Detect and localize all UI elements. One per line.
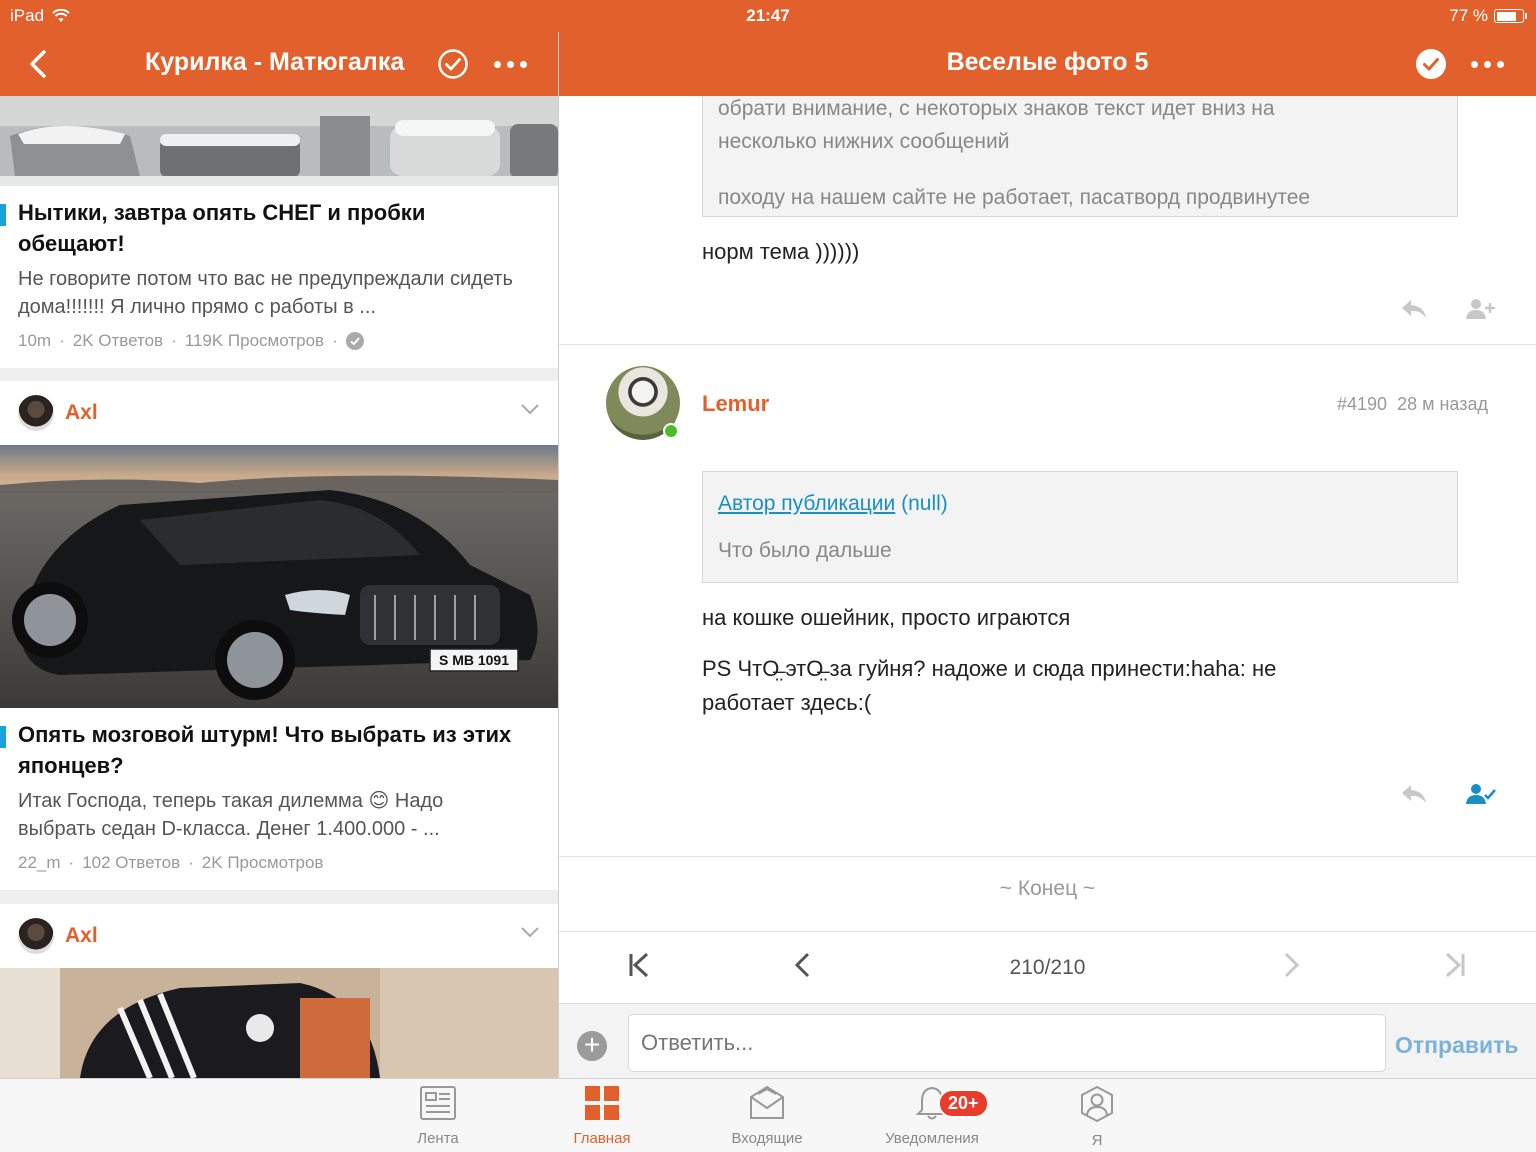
send-button[interactable]: Отправить xyxy=(1395,1032,1519,1059)
pagination-bar: 210/210 xyxy=(559,931,1536,1003)
avatar[interactable] xyxy=(18,395,54,431)
avatar[interactable] xyxy=(18,918,54,954)
inbox-icon xyxy=(750,1085,784,1119)
topic-views: 2K Просмотров xyxy=(201,853,324,872)
end-of-thread-label: ~ Конец ~ xyxy=(999,877,1096,900)
page-indicator[interactable]: 210/210 xyxy=(559,956,1536,980)
profile-icon xyxy=(1081,1085,1113,1123)
topic-views: 119K Просмотров xyxy=(184,331,325,350)
left-more-button[interactable] xyxy=(488,54,532,74)
tab-label: Входящие xyxy=(731,1130,803,1147)
author-name[interactable]: Axl xyxy=(65,924,98,948)
topic-title[interactable]: Опять мозговой штурм! Что выбрать из эти… xyxy=(18,719,538,781)
player-image xyxy=(0,968,558,1078)
post-image-car[interactable]: S MB 1091 xyxy=(0,445,558,708)
topic-time: 22_m xyxy=(18,853,61,872)
unread-indicator xyxy=(0,726,6,748)
tab-bar: Лента Главная Входящие 20+ Уведомления Я xyxy=(0,1078,1536,1152)
topic-meta: 22_m · 102 Ответов · 2K Просмотров xyxy=(18,853,324,872)
topic-feed[interactable]: Нытики, завтра опять СНЕГ и пробки обеща… xyxy=(0,96,558,1078)
back-button[interactable] xyxy=(22,48,54,80)
snow-cars-image xyxy=(0,96,558,186)
right-header: Веселые фото 5 xyxy=(559,32,1536,96)
tab-notifications[interactable]: 20+ Уведомления xyxy=(872,1085,992,1147)
thread-view[interactable]: обрати внимание, с некоторых знаков текс… xyxy=(559,96,1536,1078)
topic-excerpt: Итак Господа, теперь такая дилемма 😊 Над… xyxy=(18,790,444,840)
unread-indicator xyxy=(0,204,6,226)
quote-block: Автор публикации (null) Что было дальше xyxy=(702,471,1458,583)
topic-time: 10m xyxy=(18,331,52,350)
next-page-icon[interactable] xyxy=(1281,950,1301,980)
back-chevron-icon xyxy=(30,50,46,78)
reply-icon[interactable] xyxy=(1400,298,1428,320)
right-more-button[interactable] xyxy=(1465,54,1509,74)
post-author[interactable]: Lemur xyxy=(702,391,769,417)
feed-icon xyxy=(420,1086,456,1120)
tab-label: Уведомления xyxy=(885,1130,979,1147)
topic-card[interactable]: Опять мозговой штурм! Что выбрать из эти… xyxy=(0,708,558,890)
message-text: на кошке ошейник, просто играются xyxy=(702,605,1071,630)
topic-title[interactable]: Нытики, завтра опять СНЕГ и пробки обеща… xyxy=(18,197,538,259)
message-text: работает здесь:( xyxy=(702,690,872,715)
battery-percent: 77 % xyxy=(1449,6,1488,25)
online-status-dot xyxy=(663,423,679,439)
topic-excerpt: Не говорите потом что вас не предупрежда… xyxy=(18,268,513,318)
follow-user-icon[interactable] xyxy=(1466,298,1496,320)
chevron-down-icon[interactable] xyxy=(520,926,540,938)
message-text: PS ЧтО̶̤ этО̶̤ за гуйня? надоже и сюда п… xyxy=(702,656,1277,681)
message-text: норм тема )))))) xyxy=(702,239,860,264)
tab-feed[interactable]: Лента xyxy=(378,1085,498,1147)
notifications-badge: 20+ xyxy=(938,1089,989,1118)
quote-author-link[interactable]: Автор публикации xyxy=(718,492,895,515)
left-header: Курилка - Матюгалка xyxy=(0,32,558,96)
post-number-time: #4190 28 м назад xyxy=(1337,394,1488,414)
last-page-icon[interactable] xyxy=(1443,950,1467,980)
check-circle-filled-icon xyxy=(1416,49,1446,79)
topic-meta: 10m · 2K Ответов · 119K Просмотров · xyxy=(18,331,364,351)
attach-plus-icon[interactable]: + xyxy=(577,1031,607,1061)
tab-inbox[interactable]: Входящие xyxy=(707,1085,827,1147)
thread-title: Веселые фото 5 xyxy=(946,48,1149,76)
tab-profile[interactable]: Я xyxy=(1037,1085,1157,1149)
post-separator xyxy=(559,856,1536,857)
verified-check-icon xyxy=(345,332,364,350)
reply-icon[interactable] xyxy=(1400,783,1428,805)
tab-home[interactable]: Главная xyxy=(542,1085,662,1147)
status-bar: iPad 21:47 77 % xyxy=(0,0,1536,32)
check-circle-icon xyxy=(438,49,468,79)
mark-read-button[interactable] xyxy=(436,47,470,81)
tab-label: Лента xyxy=(417,1130,459,1147)
post-image-snow[interactable] xyxy=(0,96,558,186)
tab-label: Я xyxy=(1091,1132,1103,1149)
topic-replies: 102 Ответов xyxy=(82,853,181,872)
post-image-player[interactable] xyxy=(0,968,558,1078)
following-user-icon[interactable] xyxy=(1466,783,1496,805)
battery-fill xyxy=(1496,11,1516,21)
chevron-down-icon[interactable] xyxy=(520,403,540,415)
author-name[interactable]: Axl xyxy=(65,401,98,425)
topic-author-row[interactable]: Axl xyxy=(0,904,558,968)
home-grid-icon xyxy=(585,1086,619,1120)
thread-mark-read-button[interactable] xyxy=(1414,47,1448,81)
tab-label: Главная xyxy=(573,1130,631,1147)
post-separator xyxy=(559,344,1536,345)
smile-emoji-icon: 😊 xyxy=(368,790,390,812)
car-image: S MB 1091 xyxy=(0,445,558,708)
topic-card[interactable]: Нытики, завтра опять СНЕГ и пробки обеща… xyxy=(0,186,558,368)
reply-input[interactable] xyxy=(628,1014,1386,1072)
license-plate: S MB 1091 xyxy=(439,652,509,668)
topic-author-row[interactable]: Axl xyxy=(0,381,558,445)
more-dots-icon xyxy=(1470,60,1504,68)
battery-icon xyxy=(1494,9,1527,23)
topic-replies: 2K Ответов xyxy=(72,331,164,350)
forum-title: Курилка - Матюгалка xyxy=(145,48,405,76)
quote-block: обрати внимание, с некоторых знаков текс… xyxy=(702,96,1458,217)
more-dots-icon xyxy=(493,60,527,68)
reply-bar: + Отправить xyxy=(559,1003,1536,1078)
clock: 21:47 xyxy=(746,6,790,25)
